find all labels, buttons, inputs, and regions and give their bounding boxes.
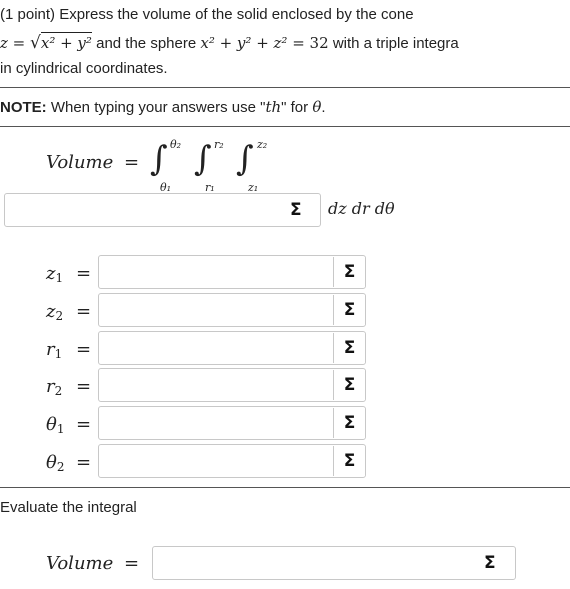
z2-sigma-icon[interactable]: Σ bbox=[333, 295, 365, 325]
note-th: th bbox=[265, 98, 282, 116]
r1-sigma-icon[interactable]: Σ bbox=[333, 333, 365, 363]
equals-z1: = bbox=[76, 263, 92, 284]
theta2-input[interactable] bbox=[98, 444, 366, 478]
integral-r-icon: ∫ bbox=[194, 139, 212, 179]
equals-r1: = bbox=[76, 339, 92, 360]
volume-equals: = bbox=[124, 152, 140, 173]
final-volume-sigma-icon[interactable]: Σ bbox=[484, 553, 496, 573]
r2-input[interactable] bbox=[98, 368, 366, 402]
label-theta1: θ1 bbox=[46, 414, 65, 436]
final-volume-equals: = bbox=[124, 553, 140, 574]
integral-theta-icon: ∫ bbox=[150, 139, 168, 179]
cone-radicand: x² + y² bbox=[40, 32, 92, 52]
evaluate-text: Evaluate the integral bbox=[0, 499, 137, 516]
lim-theta-upper: θ₂ bbox=[170, 138, 182, 151]
integral-z-icon: ∫ bbox=[236, 139, 254, 179]
note-label: NOTE: bbox=[0, 99, 47, 116]
r2-sigma-icon[interactable]: Σ bbox=[333, 370, 365, 400]
theta1-input[interactable] bbox=[98, 406, 366, 440]
cone-z: z bbox=[0, 34, 8, 52]
final-volume-input[interactable] bbox=[152, 546, 516, 580]
note-theta: θ bbox=[312, 98, 322, 116]
lim-z-upper: z₂ bbox=[257, 138, 268, 151]
cone-eq: = bbox=[7, 34, 31, 52]
label-z1: z1 bbox=[46, 263, 64, 285]
divider-top bbox=[0, 87, 570, 88]
z1-sigma-icon[interactable]: Σ bbox=[333, 257, 365, 287]
divider-note bbox=[0, 126, 570, 127]
r1-input[interactable] bbox=[98, 331, 366, 365]
problem-mid: and the sphere bbox=[91, 35, 201, 52]
problem-line-2: z = √x² + y² and the sphere x² + y² + z²… bbox=[0, 32, 459, 53]
problem-line-1: (1 point) Express the volume of the soli… bbox=[0, 6, 414, 23]
sphere-lhs: x² + y² + z² bbox=[200, 34, 288, 52]
problem-line-3: in cylindrical coordinates. bbox=[0, 60, 168, 77]
note: NOTE: When typing your answers use "th" … bbox=[0, 98, 326, 116]
z2-input[interactable] bbox=[98, 293, 366, 327]
theta1-sigma-icon[interactable]: Σ bbox=[333, 408, 365, 438]
label-r2: r2 bbox=[46, 376, 63, 398]
problem-tail: with a triple integra bbox=[328, 35, 459, 52]
divider-evaluate bbox=[0, 487, 570, 488]
equals-theta1: = bbox=[76, 414, 92, 435]
integrand-input[interactable] bbox=[4, 193, 321, 227]
note-text-2: " for bbox=[281, 99, 313, 116]
note-text: When typing your answers use " bbox=[46, 99, 266, 116]
final-volume-label: Volume bbox=[46, 553, 114, 574]
label-r1: r1 bbox=[46, 339, 63, 361]
z1-input[interactable] bbox=[98, 255, 366, 289]
sphere-rhs: = 32 bbox=[287, 34, 329, 52]
sqrt-icon: √ bbox=[30, 33, 41, 53]
equals-z2: = bbox=[76, 301, 92, 322]
equals-theta2: = bbox=[76, 452, 92, 473]
theta2-sigma-icon[interactable]: Σ bbox=[333, 446, 365, 476]
differentials: dz dr dθ bbox=[328, 199, 395, 218]
label-theta2: θ2 bbox=[46, 452, 65, 474]
label-z2: z2 bbox=[46, 301, 64, 323]
equals-r2: = bbox=[76, 376, 92, 397]
note-end: . bbox=[321, 99, 326, 116]
lim-r-upper: r₂ bbox=[214, 138, 224, 151]
integrand-sigma-icon[interactable]: Σ bbox=[290, 200, 302, 220]
volume-label: Volume bbox=[46, 152, 114, 173]
